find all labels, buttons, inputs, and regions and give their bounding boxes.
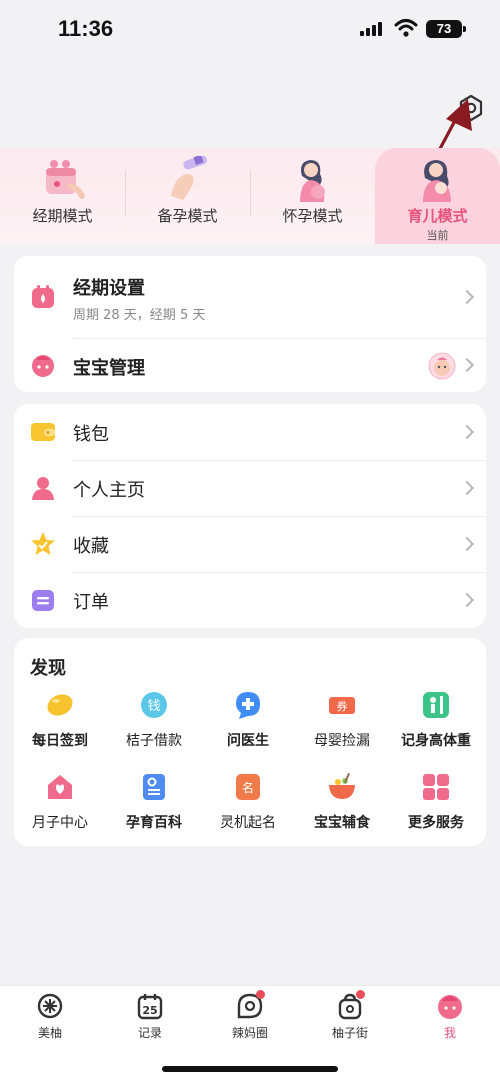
wifi-icon	[394, 19, 418, 37]
profile-title: 个人主页	[73, 480, 145, 501]
book-icon	[143, 774, 165, 800]
pregnant-mode-illustration	[300, 160, 325, 202]
tab-label: 记录	[137, 1026, 162, 1040]
height-icon	[423, 692, 449, 718]
period-settings-subtitle: 周期 28 天，经期 5 天	[73, 308, 206, 323]
discover-title: 发现	[30, 658, 66, 679]
tab-record[interactable]: 25 记录	[100, 986, 200, 1056]
favorites-row[interactable]: 收藏	[14, 516, 486, 572]
home-indicator	[162, 1066, 338, 1072]
star-icon	[31, 532, 55, 555]
period-calendar-icon	[32, 285, 54, 308]
discover-item-label: 灵机起名	[220, 815, 276, 831]
chevron-right-icon	[459, 480, 475, 496]
discover-item-label: 宝宝辅食	[314, 815, 370, 831]
discover-item-label: 每日签到	[32, 733, 88, 749]
mode-pregnant[interactable]: 怀孕模式	[250, 148, 375, 244]
period-settings-title: 经期设置	[73, 278, 145, 299]
period-mode-illustration	[46, 160, 85, 199]
discover-item-label: 更多服务	[408, 815, 464, 831]
orders-icon	[32, 590, 54, 611]
orders-title: 订单	[73, 592, 109, 613]
baby-face-icon	[32, 355, 54, 377]
signal-icon	[360, 22, 382, 36]
wallet-row[interactable]: 钱包	[14, 404, 486, 460]
pomelo-icon	[37, 993, 63, 1019]
wallet-title: 钱包	[73, 424, 109, 445]
bowl-icon	[329, 773, 355, 799]
discover-item-label: 月子中心	[32, 815, 88, 831]
mode-label: 怀孕模式	[282, 207, 343, 225]
mode-label: 育儿模式	[407, 207, 468, 225]
calendar-date-text: 25	[142, 1004, 157, 1017]
person-icon	[32, 477, 54, 500]
me-face-icon	[438, 995, 462, 1019]
bean-icon	[47, 694, 73, 716]
tab-meiyou[interactable]: 美柚	[0, 986, 100, 1056]
prepare-mode-illustration	[171, 156, 207, 200]
profile-row[interactable]: 个人主页	[14, 460, 486, 516]
notification-dot	[356, 990, 365, 999]
discover-card: 发现 每日签到 钱 桔子借款 问医生 券 母婴捡漏 记身高体重 月子中心 孕育百…	[14, 638, 486, 846]
period-settings-row[interactable]: 经期设置 周期 28 天，经期 5 天	[14, 256, 486, 336]
settings-gear-icon[interactable]	[456, 93, 486, 123]
favorites-title: 收藏	[73, 536, 109, 557]
svg-text:钱: 钱	[147, 699, 160, 714]
mode-period[interactable]: 经期模式	[0, 148, 125, 244]
status-bar: 11:36 73	[0, 0, 500, 60]
calendar-icon: 25	[137, 994, 163, 1020]
baby-management-row[interactable]: 宝宝管理	[14, 338, 486, 392]
chevron-right-icon	[459, 357, 475, 373]
discover-item-label: 记身高体重	[401, 733, 471, 749]
money-icon: 钱	[141, 692, 167, 718]
mode-label: 备孕模式	[157, 207, 218, 225]
chevron-right-icon	[459, 592, 475, 608]
house-icon	[48, 775, 72, 799]
tab-label: 辣妈圈	[231, 1026, 268, 1040]
discover-item-label: 问医生	[227, 733, 269, 749]
discover-item-label: 母婴捡漏	[314, 733, 370, 749]
parenting-mode-illustration	[423, 160, 451, 202]
wallet-icon	[31, 423, 55, 441]
mode-parenting[interactable]: 育儿模式 当前	[375, 148, 500, 244]
settings-card: 经期设置 周期 28 天，经期 5 天 宝宝管理	[14, 256, 486, 392]
battery-icon: 73	[426, 20, 466, 38]
baby-avatar	[428, 352, 456, 380]
chevron-right-icon	[459, 424, 475, 440]
svg-text:券: 券	[337, 699, 348, 713]
current-mode-tag: 当前	[426, 229, 449, 242]
account-card: 钱包 个人主页 收藏 订单	[14, 404, 486, 628]
chevron-right-icon	[459, 289, 475, 305]
mode-selector: 经期模式 备孕模式 怀孕模式 育儿模式 当前	[0, 148, 500, 244]
tab-label: 我	[443, 1026, 456, 1040]
doctor-icon	[236, 692, 260, 719]
mode-prepare[interactable]: 备孕模式	[125, 148, 250, 244]
grid-icon	[423, 774, 449, 800]
discover-item-label: 桔子借款	[126, 733, 182, 749]
discover-item-label: 孕育百科	[126, 815, 182, 831]
baby-management-title: 宝宝管理	[73, 358, 145, 379]
tab-me[interactable]: 我	[400, 986, 500, 1056]
tab-label: 柚子街	[331, 1026, 368, 1040]
orders-row[interactable]: 订单	[14, 572, 486, 628]
coupon-icon: 券	[329, 697, 355, 714]
svg-text:名: 名	[242, 780, 254, 795]
mode-label: 经期模式	[32, 207, 93, 225]
tab-label: 美柚	[37, 1026, 62, 1040]
name-icon: 名	[236, 774, 260, 800]
status-time: 11:36	[58, 16, 114, 41]
chevron-right-icon	[459, 536, 475, 552]
tab-moms-circle[interactable]: 辣妈圈	[200, 986, 300, 1056]
notification-dot	[256, 990, 265, 999]
tab-shop[interactable]: 柚子街	[300, 986, 400, 1056]
